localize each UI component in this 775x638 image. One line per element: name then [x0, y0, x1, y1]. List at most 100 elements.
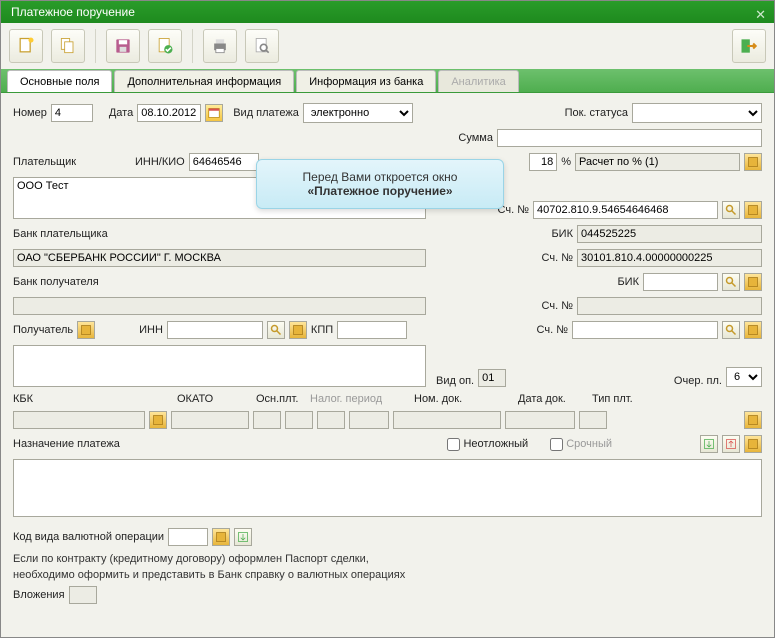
nds-pct-input[interactable] — [529, 153, 557, 171]
payer-acc-book-icon[interactable] — [744, 201, 762, 219]
paytype-label: Вид платежа — [233, 107, 299, 119]
recv-kpp-input[interactable] — [337, 321, 407, 339]
purpose-book-icon[interactable] — [744, 435, 762, 453]
tooltip-line1: Перед Вами откроется окно — [271, 170, 489, 184]
urgent1-checkbox[interactable]: Неотложный — [447, 438, 528, 451]
date-input[interactable] — [137, 104, 201, 122]
payer-bank-label: Банк плательщика — [13, 228, 108, 240]
op-label: Вид оп. — [436, 375, 474, 387]
payer-acc-input[interactable] — [533, 201, 718, 219]
payer-bank-acc-label: Сч. № — [542, 252, 573, 264]
calendar-icon[interactable] — [205, 104, 223, 122]
row12-book-icon[interactable] — [744, 411, 762, 429]
status-select[interactable] — [632, 103, 762, 123]
kbk-label: КБК — [13, 393, 143, 405]
innkio-input[interactable] — [189, 153, 259, 171]
preview-button[interactable] — [245, 29, 279, 63]
okato-input[interactable] — [171, 411, 249, 429]
okato-label: ОКАТО — [177, 393, 252, 405]
recv-inn-book-icon[interactable] — [289, 321, 307, 339]
osn-input[interactable] — [253, 411, 281, 429]
footer-note2: необходимо оформить и представить в Банк… — [13, 568, 762, 582]
exit-button[interactable] — [732, 29, 766, 63]
sum-input[interactable] — [497, 129, 762, 147]
curop-code-label: Код вида валютной операции — [13, 531, 164, 543]
recv-inn-input[interactable] — [167, 321, 263, 339]
curop-import-icon[interactable] — [234, 528, 252, 546]
nal3-input[interactable] — [349, 411, 389, 429]
recv-inn-search-icon[interactable] — [267, 321, 285, 339]
tab-extra[interactable]: Дополнительная информация — [114, 70, 294, 92]
purpose-import-icon[interactable] — [700, 435, 718, 453]
datadok-input[interactable] — [505, 411, 575, 429]
sign-button[interactable] — [148, 29, 182, 63]
recv-bik-search-icon[interactable] — [722, 273, 740, 291]
recv-inn-label: ИНН — [139, 324, 163, 336]
recv-bank-acc-label: Сч. № — [542, 300, 573, 312]
recv-bik-input[interactable] — [643, 273, 718, 291]
nal2-input[interactable] — [317, 411, 345, 429]
recv-bik-label: БИК — [617, 276, 639, 288]
copy-doc-button[interactable] — [51, 29, 85, 63]
purpose-textarea[interactable] — [13, 459, 762, 517]
curop-code-input[interactable] — [168, 528, 208, 546]
payer-bik-input — [577, 225, 762, 243]
num-label: Номер — [13, 107, 47, 119]
footer-note1: Если по контракту (кредитному договору) … — [13, 552, 762, 566]
purpose-label: Назначение платежа — [13, 438, 120, 450]
osn-label: Осн.плт. — [256, 393, 306, 405]
date-label: Дата — [109, 107, 133, 119]
nomdok-input[interactable] — [393, 411, 501, 429]
calc-display — [575, 153, 740, 171]
nal1-input[interactable] — [285, 411, 313, 429]
recv-bank-label: Банк получателя — [13, 276, 99, 288]
recv-bik-book-icon[interactable] — [744, 273, 762, 291]
curop-book-icon[interactable] — [212, 528, 230, 546]
sum-label: Сумма — [458, 132, 493, 144]
queue-select[interactable]: 6 — [726, 367, 762, 387]
toolbar — [1, 23, 774, 69]
queue-label: Очер. пл. — [674, 375, 722, 387]
recv-acc-search-icon[interactable] — [722, 321, 740, 339]
tabstrip: Основные поля Дополнительная информация … — [1, 69, 774, 93]
tab-main[interactable]: Основные поля — [7, 70, 112, 92]
calc-book-icon[interactable] — [744, 153, 762, 171]
paytype-select[interactable]: электронно — [303, 103, 413, 123]
tab-analytics: Аналитика — [438, 70, 518, 92]
recv-acc-label: Сч. № — [537, 324, 568, 336]
recv-bank-acc — [577, 297, 762, 315]
typeplt-input[interactable] — [579, 411, 607, 429]
payer-bank-acc — [577, 249, 762, 267]
tooltip-line2: «Платежное поручение» — [307, 184, 452, 198]
nomdok-label: Ном. док. — [414, 393, 494, 405]
window-titlebar: Платежное поручение ✕ — [1, 1, 774, 23]
datadok-label: Дата док. — [518, 393, 588, 405]
save-button[interactable] — [106, 29, 140, 63]
recv-acc-input[interactable] — [572, 321, 718, 339]
close-icon[interactable]: ✕ — [755, 4, 766, 26]
new-doc-button[interactable] — [9, 29, 43, 63]
recv-kpp-label: КПП — [311, 324, 333, 336]
innkio-label: ИНН/КИО — [135, 156, 185, 168]
nalperiod-label: Налог. период — [310, 393, 390, 405]
intro-tooltip: Перед Вами откроется окно «Платежное пор… — [256, 159, 504, 209]
kbk-book-icon[interactable] — [149, 411, 167, 429]
tab-bank[interactable]: Информация из банка — [296, 70, 436, 92]
payer-bik-label: БИК — [551, 228, 573, 240]
status-label: Пок. статуса — [565, 107, 628, 119]
payer-bank-name — [13, 249, 426, 267]
op-input — [478, 369, 506, 387]
recv-book-icon[interactable] — [77, 321, 95, 339]
purpose-export-icon[interactable] — [722, 435, 740, 453]
payer-label: Плательщик — [13, 156, 93, 168]
recv-name-textarea[interactable] — [13, 345, 426, 387]
payer-acc-search-icon[interactable] — [722, 201, 740, 219]
attach-input — [69, 586, 97, 604]
num-input[interactable] — [51, 104, 93, 122]
kbk-input[interactable] — [13, 411, 145, 429]
recv-acc-book-icon[interactable] — [744, 321, 762, 339]
print-button[interactable] — [203, 29, 237, 63]
pct-label: % — [561, 156, 571, 168]
urgent2-checkbox[interactable]: Срочный — [550, 438, 612, 451]
window-title: Платежное поручение — [11, 5, 135, 19]
